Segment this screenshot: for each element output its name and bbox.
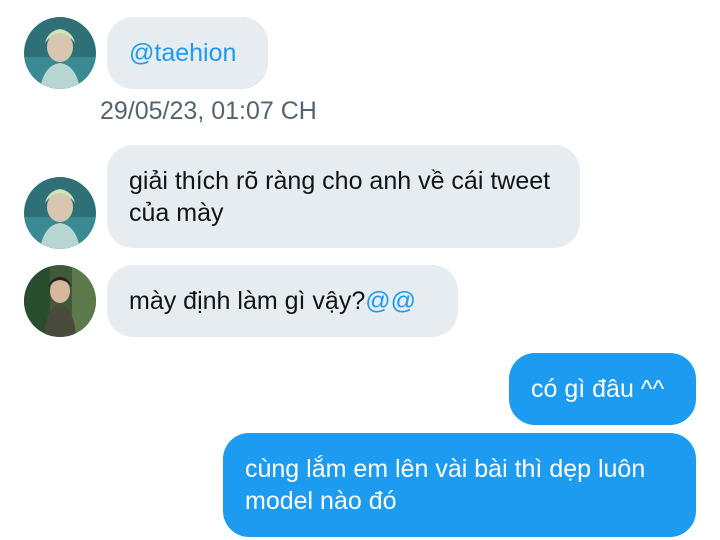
avatar-icon bbox=[24, 265, 96, 337]
avatar-icon bbox=[24, 17, 96, 89]
avatar-icon bbox=[24, 177, 96, 249]
message-bubble-outgoing[interactable]: có gì đâu ^^ bbox=[509, 353, 696, 425]
sender-avatar[interactable] bbox=[24, 17, 96, 89]
message-timestamp: 29/05/23, 01:07 CH bbox=[100, 97, 317, 125]
message-bubble[interactable]: mày định làm gì vậy?@@ bbox=[107, 265, 458, 337]
mention-link[interactable]: @taehion bbox=[129, 39, 236, 67]
message-bubble-mention[interactable]: @taehion bbox=[107, 17, 268, 89]
message-text: mày định làm gì vậy? bbox=[129, 287, 366, 315]
message-text: cùng lắm em lên vài bài thì dẹp luôn mod… bbox=[245, 455, 646, 515]
sender-avatar[interactable] bbox=[24, 265, 96, 337]
message-text: có gì đâu ^^ bbox=[531, 375, 665, 403]
message-bubble[interactable]: giải thích rõ ràng cho anh về cái tweet … bbox=[107, 145, 580, 248]
message-bubble-outgoing[interactable]: cùng lắm em lên vài bài thì dẹp luôn mod… bbox=[223, 433, 696, 537]
message-text: giải thích rõ ràng cho anh về cái tweet … bbox=[129, 167, 551, 227]
mention-link[interactable]: @@ bbox=[365, 287, 416, 315]
sender-avatar[interactable] bbox=[24, 177, 96, 249]
